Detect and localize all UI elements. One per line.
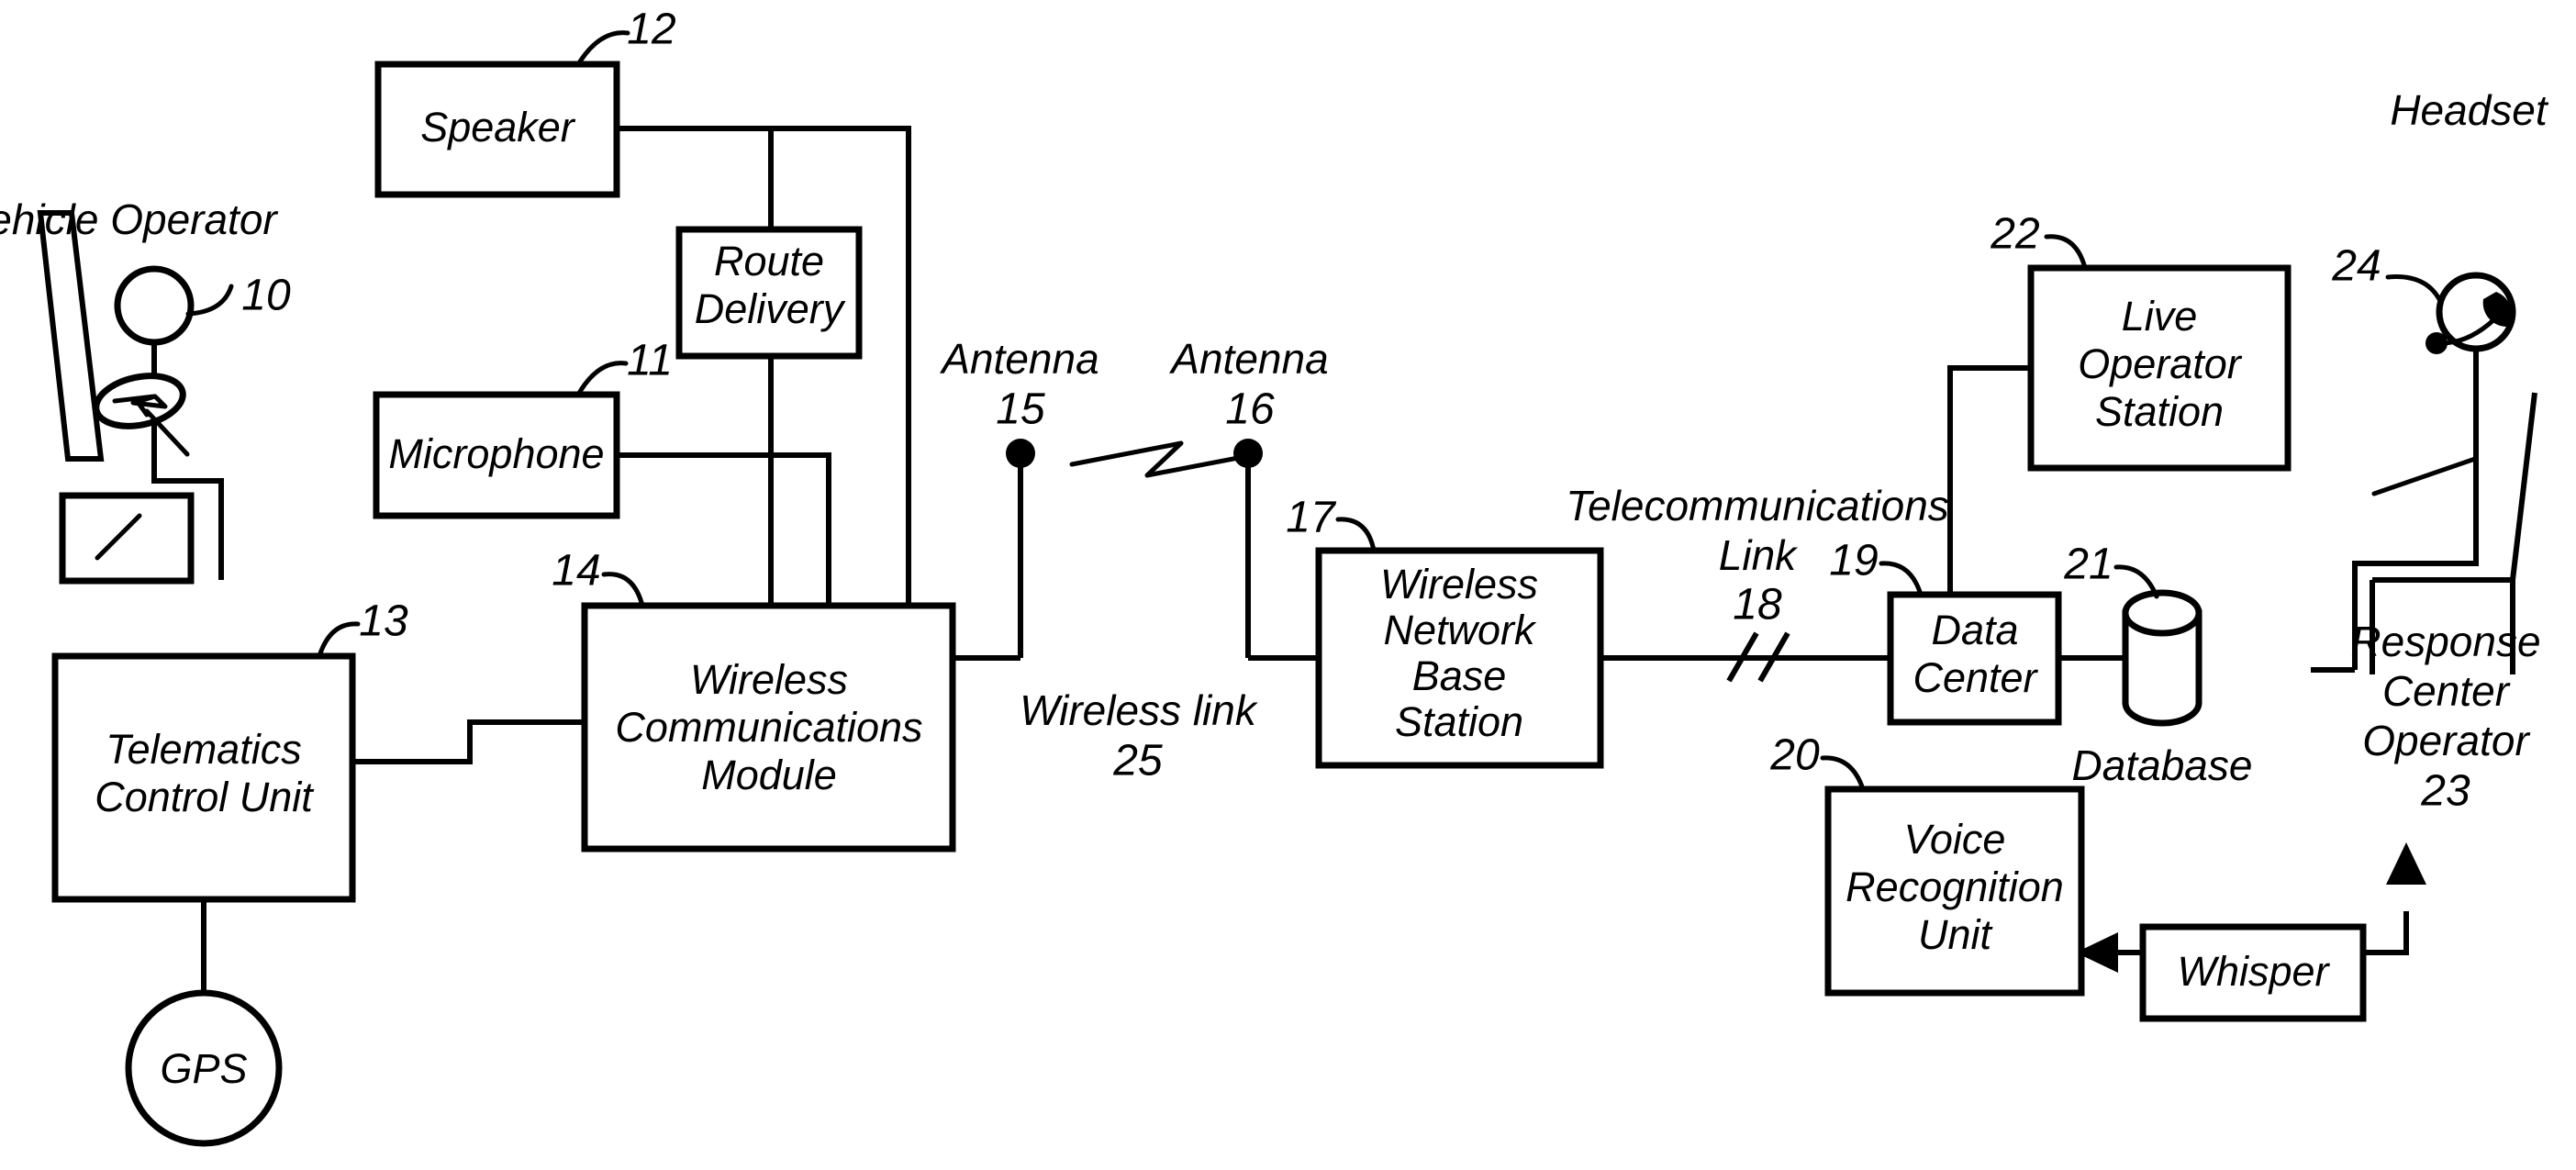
wnbs-label-line2: Network (1383, 607, 1537, 653)
database-cylinder[interactable] (2122, 589, 2202, 727)
leader-line-14 (601, 572, 645, 608)
patent-figure: Vehicle Operator 10 Speaker 12 Route Del… (0, 0, 2576, 1170)
vru-label-line3: Unit (1918, 911, 1994, 958)
ref-numeral-23: 23 (2420, 767, 2470, 816)
speaker-box-label: Speaker (420, 104, 576, 150)
wire-tcu-to-wcm (352, 719, 585, 764)
tcu-label-line1: Telematics (106, 726, 301, 773)
wire-data-center-to-live-operator (1947, 365, 2031, 607)
wnbs-label-line4: Station (1395, 698, 1523, 745)
diagram-canvas: Vehicle Operator 10 Speaker 12 Route Del… (0, 6, 2549, 1147)
database-label: Database (2072, 741, 2253, 789)
ref-numeral-14: 14 (552, 547, 600, 596)
wcm-label-line1: Wireless (690, 656, 848, 703)
leader-line-20 (1820, 755, 1866, 792)
ref-numeral-17: 17 (1286, 494, 1337, 542)
leader-line-17 (1335, 517, 1377, 553)
antenna-15-label: Antenna (939, 335, 1098, 383)
vehicle-operator-seat-cushion (59, 492, 195, 585)
wire-microphone-to-wcm (617, 452, 831, 606)
leader-line-22 (2044, 234, 2088, 271)
ref-numeral-21: 21 (2063, 540, 2113, 589)
los-label-line2: Operator (2078, 340, 2243, 387)
vehicle-operator-label: Vehicle Operator (0, 195, 278, 243)
wireless-link-zigzag-icon (1069, 440, 1260, 478)
ref-numeral-24: 24 (2331, 242, 2381, 291)
ref-numeral-12: 12 (627, 6, 675, 54)
ref-numeral-19: 19 (1829, 537, 1878, 585)
antenna-16-label: Antenna (1168, 335, 1328, 383)
wnbs-label-line3: Base (1412, 652, 1507, 699)
route-delivery-label-line1: Route (714, 238, 824, 284)
los-label-line1: Live (2122, 293, 2198, 340)
vru-label-line2: Recognition (1846, 864, 2064, 910)
vehicle-operator-head (114, 265, 195, 346)
telecom-link-label-line2: Link (1719, 531, 1798, 579)
arrowhead-to-operator (2386, 842, 2426, 885)
wcm-label-line3: Module (701, 752, 837, 798)
whisper-label: Whisper (2177, 948, 2330, 995)
vru-label-line1: Voice (1904, 816, 2006, 863)
tcu-label-line2: Control Unit (95, 774, 315, 820)
response-center-label-line2: Center (2382, 667, 2511, 715)
response-center-label-line3: Operator (2362, 717, 2530, 764)
ref-numeral-18: 18 (1733, 581, 1782, 630)
wireless-link-label: Wireless link (1020, 686, 1258, 734)
antenna-15-tip-dot (1006, 439, 1035, 468)
route-delivery-label-line2: Delivery (695, 285, 846, 332)
vehicle-operator-seat-back (37, 210, 105, 462)
wcm-label-line2: Communications (615, 704, 922, 751)
telecom-link-label-line1: Telecommunications (1566, 482, 1949, 529)
ref-numeral-10: 10 (241, 272, 291, 320)
leader-line-12 (575, 30, 630, 67)
database-cylinder-top (2122, 589, 2202, 637)
ref-numeral-16: 16 (1225, 385, 1275, 434)
ref-numeral-22: 22 (1990, 210, 2039, 259)
ref-numeral-11: 11 (627, 337, 673, 385)
wire-speaker-to-antenna (617, 126, 911, 652)
leader-line-11 (575, 361, 629, 397)
leader-line-19 (1879, 561, 1924, 597)
leader-line-10 (185, 284, 234, 317)
data-center-label-line2: Center (1912, 654, 2038, 701)
wnbs-label-line1: Wireless (1380, 561, 1538, 607)
microphone-box-label: Microphone (388, 430, 604, 477)
ref-numeral-13: 13 (359, 597, 408, 646)
data-center-label-line1: Data (1931, 607, 2018, 653)
leader-line-13 (317, 621, 361, 659)
headset-label: Headset (2390, 86, 2549, 134)
gps-label: GPS (160, 1045, 247, 1092)
los-label-line3: Station (2095, 388, 2224, 435)
ref-numeral-25: 25 (1112, 737, 1163, 786)
ref-numeral-20: 20 (1769, 731, 1820, 780)
ref-numeral-15: 15 (996, 385, 1045, 434)
response-operator-arm (2371, 456, 2478, 496)
response-center-label-line1: Response (2350, 618, 2540, 665)
response-chair-backrest (2510, 392, 2537, 581)
headset-mic-tip-icon (2425, 332, 2448, 354)
leader-line-24 (2385, 274, 2444, 306)
